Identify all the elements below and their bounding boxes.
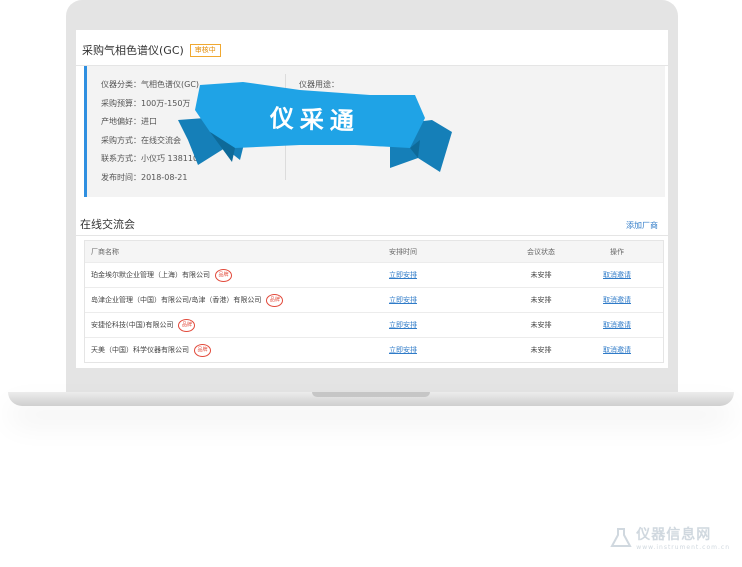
cancel-invite-link[interactable]: 取消邀请 — [603, 296, 631, 304]
schedule-link[interactable]: 立即安排 — [389, 271, 417, 279]
cancel-invite-link[interactable]: 取消邀请 — [603, 271, 631, 279]
page-title: 采购气相色谱仪(GC) — [82, 44, 184, 57]
info-origin: 产地偏好：进口 — [101, 117, 157, 126]
info-budget: 采购预算：100万-150万 — [101, 98, 191, 108]
brand-seal-icon: 品牌 — [194, 343, 211, 357]
watermark-url: www.instrument.com.cn — [636, 544, 730, 551]
brand-seal-icon: 品牌 — [266, 293, 284, 307]
cancel-invite-link[interactable]: 取消邀请 — [603, 346, 631, 354]
schedule-link[interactable]: 立即安排 — [389, 321, 417, 329]
info-contact: 联系方式：小仪巧 1381103 — [101, 154, 204, 163]
vendor-name: 安捷伦科技(中国)有限公司 — [91, 321, 174, 329]
vendor-name: 天美（中国）科学仪器有限公司 — [91, 346, 189, 354]
screen: 采购气相色谱仪(GC) 审核中 仪器分类：气相色谱仪(GC) 采购预算：100万… — [76, 30, 668, 368]
info-panel: 仪器分类：气相色谱仪(GC) 采购预算：100万-150万 产地偏好：进口 采购… — [84, 66, 665, 197]
vendor-name: 珀金埃尔默企业管理（上海）有限公司 — [91, 271, 210, 279]
schedule-link[interactable]: 立即安排 — [389, 296, 417, 304]
info-date: 发布时间：2018-08-21 — [101, 172, 188, 182]
status-badge: 审核中 — [189, 43, 221, 57]
meeting-status: 未安排 — [530, 271, 552, 279]
info-usage: 仪器用途： — [299, 80, 339, 89]
section-title: 在线交流会 — [80, 218, 135, 231]
table-row: 珀金埃尔默企业管理（上海）有限公司 品牌 立即安排 未安排 取消邀请 — [85, 262, 663, 287]
info-left-column: 仪器分类：气相色谱仪(GC) 采购预算：100万-150万 产地偏好：进口 采购… — [101, 76, 203, 187]
header-status: 会议状态 — [527, 247, 555, 256]
table-row: 岛津企业管理（中国）有限公司/岛津（香港）有限公司 品牌 立即安排 未安排 取消… — [85, 287, 663, 312]
table-row: 安捷伦科技(中国)有限公司 品牌 立即安排 未安排 取消邀请 — [85, 312, 663, 337]
laptop-notch — [312, 392, 430, 397]
page-header: 采购气相色谱仪(GC) 审核中 — [82, 42, 221, 58]
add-vendor-link[interactable]: 添加厂商 — [626, 220, 658, 231]
brand-seal-icon: 品牌 — [178, 318, 196, 332]
info-method: 采购方式：在线交流会 — [101, 135, 181, 145]
info-category: 仪器分类：气相色谱仪(GC) — [101, 80, 200, 89]
meeting-status: 未安排 — [530, 346, 552, 354]
schedule-link[interactable]: 立即安排 — [389, 346, 417, 354]
header-action: 操作 — [610, 247, 624, 256]
vendor-name: 岛津企业管理（中国）有限公司/岛津（香港）有限公司 — [91, 296, 262, 304]
header-schedule: 安排时间 — [389, 247, 417, 256]
header-vendor: 厂商名称 — [91, 247, 119, 256]
divider — [76, 235, 668, 236]
table-header-row: 厂商名称 安排时间 会议状态 操作 — [85, 241, 663, 262]
vendor-table: 厂商名称 安排时间 会议状态 操作 珀金埃尔默企业管理（上海）有限公司 品牌 立… — [84, 240, 664, 363]
ribbon-text: 仪采通 — [269, 104, 361, 136]
meeting-status: 未安排 — [530, 296, 552, 304]
meeting-status: 未安排 — [530, 321, 552, 329]
table-row: 天美（中国）科学仪器有限公司 品牌 立即安排 未安排 取消邀请 — [85, 337, 663, 362]
cancel-invite-link[interactable]: 取消邀请 — [603, 321, 631, 329]
site-watermark: 仪器信息网 www.instrument.com.cn — [610, 524, 730, 551]
brand-seal-icon: 品牌 — [215, 268, 232, 282]
flask-logo-icon — [610, 527, 632, 547]
watermark-logo-text: 仪器信息网 — [636, 527, 712, 543]
